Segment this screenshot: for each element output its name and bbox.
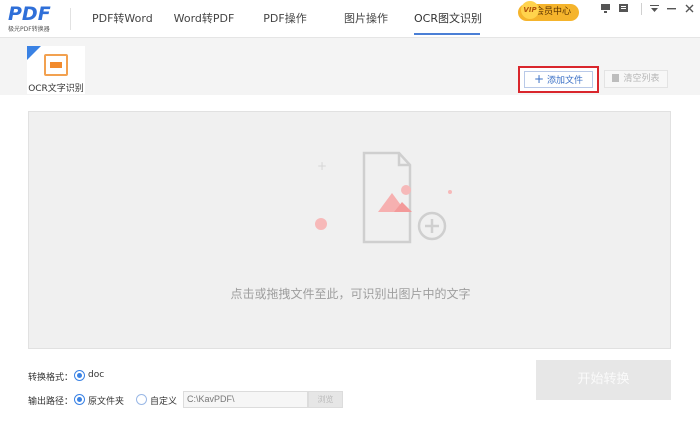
- format-label: 转换格式：: [28, 373, 74, 383]
- message-icon[interactable]: [616, 3, 630, 19]
- add-file-label: 添加文件: [547, 76, 584, 86]
- app-logo: PDF 极光PDF转换器: [8, 3, 64, 35]
- format-doc-label: doc: [88, 370, 105, 380]
- output-custom-radio[interactable]: [136, 394, 147, 405]
- minimize-icon[interactable]: [664, 3, 678, 19]
- vip-center-button[interactable]: VIP 会员中心: [518, 1, 579, 21]
- drop-zone-hint: 点击或拖拽文件至此，可识别出图片中的文字: [230, 287, 471, 301]
- monitor-icon[interactable]: [598, 3, 612, 19]
- nav-tab-image-operations[interactable]: 图片操作: [341, 0, 391, 38]
- selected-corner-badge: [27, 46, 41, 60]
- menu-dropdown-icon[interactable]: [647, 3, 661, 19]
- browse-button[interactable]: 浏览: [308, 391, 343, 408]
- output-path-input[interactable]: C:\KavPDF\: [183, 391, 308, 408]
- tool-ocr-label: OCR文字识别: [28, 84, 84, 94]
- clear-list-button[interactable]: 清空列表: [604, 70, 668, 88]
- logo-divider: [70, 8, 71, 30]
- vip-crown-icon: VIP: [521, 1, 539, 19]
- logo-text: PDF: [8, 3, 51, 25]
- output-original-radio[interactable]: [74, 394, 85, 405]
- add-file-button[interactable]: + 添加文件: [524, 71, 593, 88]
- trash-icon: [612, 74, 620, 82]
- format-doc-radio[interactable]: [74, 370, 85, 381]
- add-file-highlight: + 添加文件: [518, 66, 599, 93]
- ocr-image-icon: [44, 54, 68, 76]
- logo-subtext: 极光PDF转换器: [8, 26, 50, 33]
- tool-ocr-card[interactable]: OCR文字识别: [27, 46, 85, 94]
- add-image-illustration-icon: +: [315, 151, 452, 244]
- output-original-label: 原文件夹: [88, 397, 125, 407]
- top-bar: PDF 极光PDF转换器 PDF转Word Word转PDF PDF操作 图片操…: [0, 0, 700, 38]
- nav-tab-pdf-operations[interactable]: PDF操作: [260, 0, 310, 38]
- nav-tab-word-to-pdf[interactable]: Word转PDF: [172, 0, 236, 38]
- output-custom-label: 自定义: [150, 397, 178, 407]
- svg-text:+: +: [317, 159, 327, 173]
- plus-icon: +: [533, 72, 545, 86]
- output-path-label: 输出路径：: [28, 397, 74, 407]
- clear-list-label: 清空列表: [623, 74, 660, 84]
- start-convert-button[interactable]: 开始转换: [536, 360, 671, 400]
- vip-center-label: 会员中心: [534, 7, 571, 17]
- file-drop-zone[interactable]: + 点击或拖拽文件至此，可识别出图片中的文字: [28, 111, 671, 349]
- nav-tab-pdf-to-word[interactable]: PDF转Word: [92, 0, 153, 38]
- close-icon[interactable]: [682, 3, 696, 19]
- nav-tab-ocr[interactable]: OCR图文识别: [414, 0, 482, 38]
